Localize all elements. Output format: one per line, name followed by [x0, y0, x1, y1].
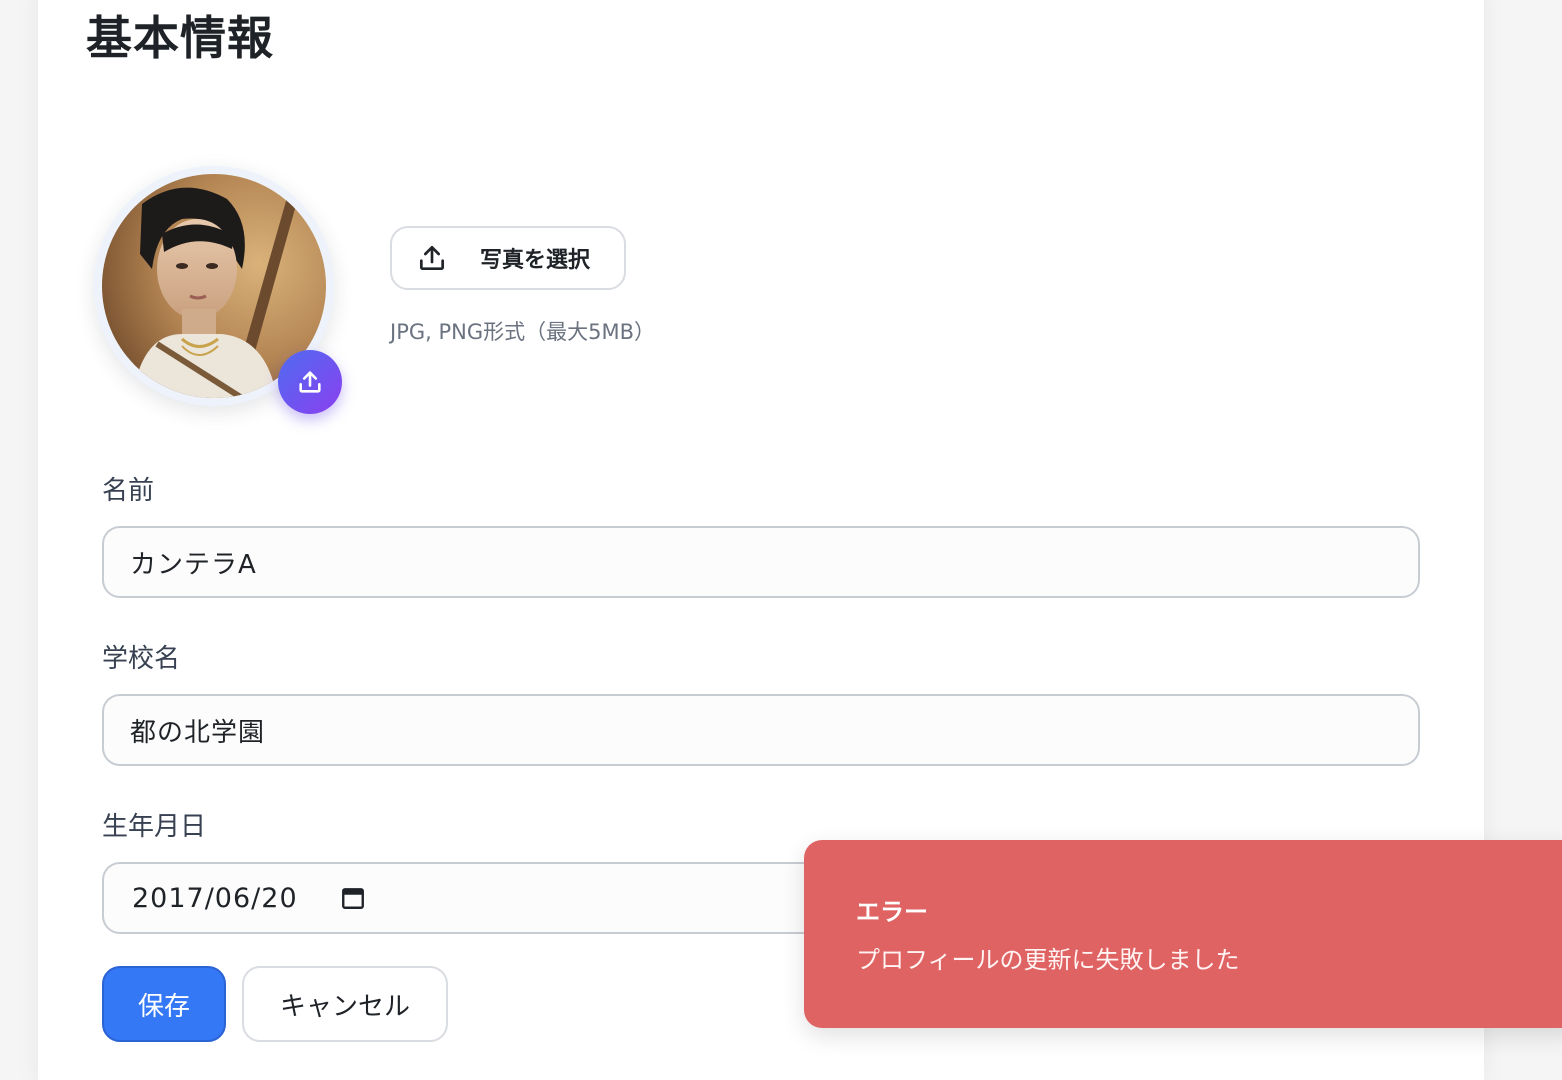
toast-title: エラー — [856, 898, 928, 926]
birthday-label: 生年月日 — [102, 812, 207, 842]
toast-message: プロフィールの更新に失敗しました — [856, 946, 1240, 974]
photo-format-hint: JPG, PNG形式（最大5MB） — [390, 320, 656, 344]
cancel-button[interactable]: キャンセル — [242, 966, 448, 1042]
select-photo-button[interactable]: 写真を選択 — [390, 226, 626, 290]
save-button[interactable]: 保存 — [102, 966, 226, 1042]
school-field[interactable]: 都の北学園 — [102, 694, 1420, 766]
error-toast: エラー プロフィールの更新に失敗しました — [804, 840, 1562, 1028]
upload-icon — [299, 371, 321, 393]
school-label: 学校名 — [102, 644, 181, 674]
avatar-upload-button[interactable] — [278, 350, 342, 414]
birthday-value: 2017/06/20 — [132, 882, 298, 914]
select-photo-label: 写真を選択 — [480, 248, 591, 273]
page-title: 基本情報 — [86, 11, 274, 65]
name-label: 名前 — [102, 476, 155, 506]
name-field[interactable]: カンテラA — [102, 526, 1420, 598]
calendar-icon[interactable] — [340, 885, 366, 911]
upload-icon — [420, 246, 444, 270]
